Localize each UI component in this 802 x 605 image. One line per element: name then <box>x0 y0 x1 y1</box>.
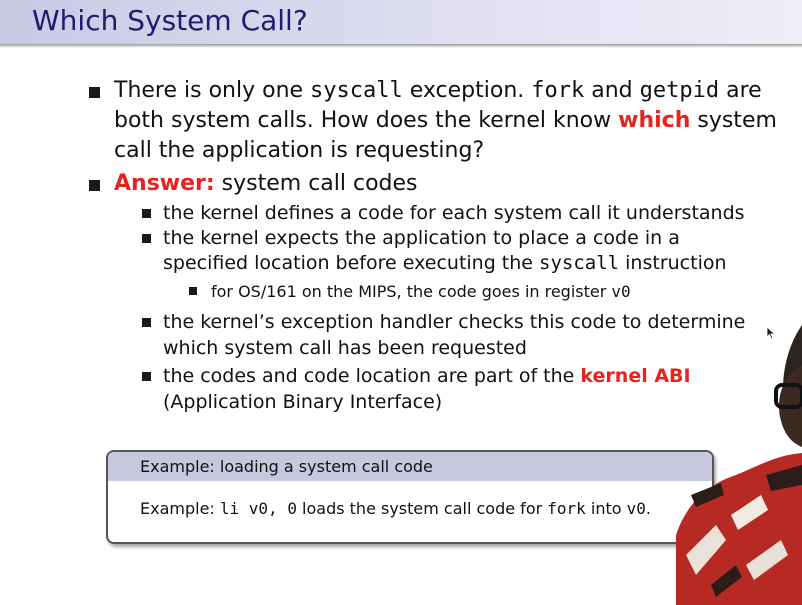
example-block-header: Example: loading a system call code <box>108 452 712 481</box>
example-body: Example: li v0, 0 loads the system call … <box>140 499 651 518</box>
sub-sub-bullet-1: for OS/161 on the MIPS, the code goes in… <box>211 282 631 301</box>
sub-bullet-4-line-2: (Application Binary Interface) <box>163 391 443 413</box>
example-block: Example: loading a system call code Exam… <box>106 450 714 544</box>
sub-bullet-2-line-2: specified location before executing the … <box>163 252 727 274</box>
sub-bullet-2-line-1: the kernel expects the application to pl… <box>163 227 680 249</box>
bullet-1-line-2: both system calls. How does the kernel k… <box>114 108 777 133</box>
bullet-1-line-1: There is only one syscall exception. for… <box>114 78 762 103</box>
sub-sub-bullet-marker <box>189 287 197 295</box>
sub-bullet-3-line-1: the kernel’s exception handler checks th… <box>163 311 746 333</box>
sub-bullet-marker <box>142 209 151 218</box>
sub-bullet-marker <box>142 318 151 327</box>
bullet-1-line-3: call the application is requesting? <box>114 138 485 163</box>
sub-bullet-1: the kernel defines a code for each syste… <box>163 202 745 224</box>
sub-bullet-4-line-1: the codes and code location are part of … <box>163 365 691 387</box>
example-heading: Example: loading a system call code <box>140 457 433 476</box>
bullet-2-answer: Answer: system call codes <box>114 171 418 196</box>
sub-bullet-3-line-2: which system call has been requested <box>163 337 527 359</box>
slide-title-bar: Which System Call? <box>0 0 802 44</box>
sub-bullet-marker <box>142 372 151 381</box>
sub-bullet-marker <box>142 234 151 243</box>
bullet-marker <box>89 87 100 98</box>
title-divider <box>0 44 802 48</box>
bullet-marker <box>89 180 100 191</box>
presenter-webcam-image <box>676 325 802 605</box>
slide-title: Which System Call? <box>32 4 308 37</box>
